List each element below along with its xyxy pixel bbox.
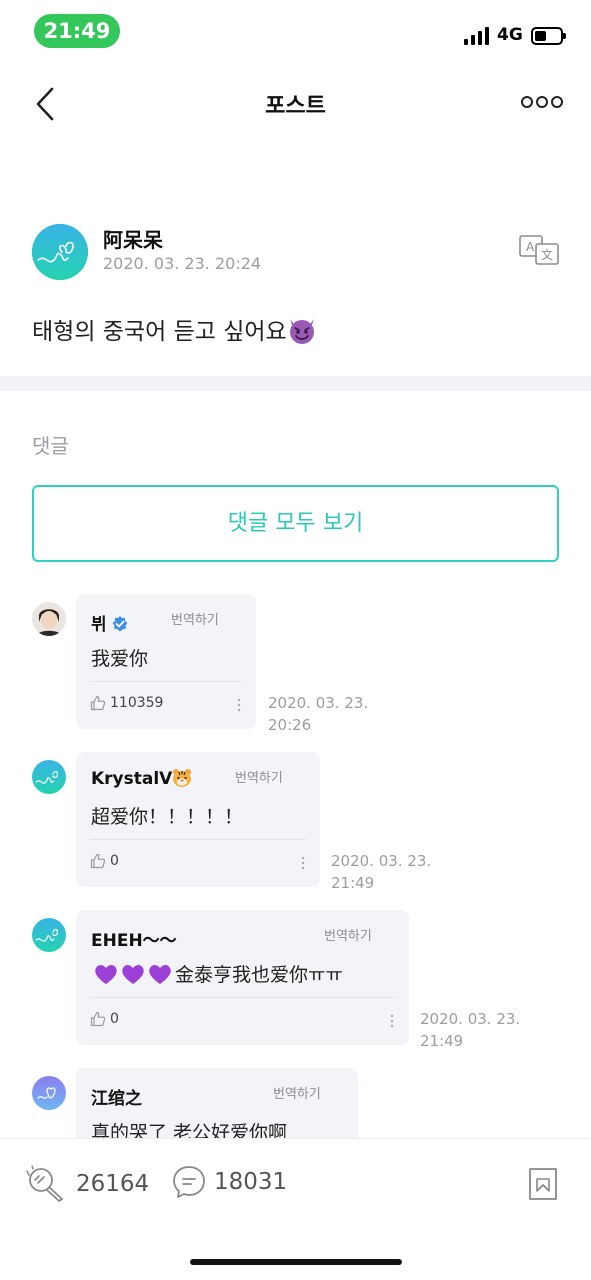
network-type: 4G: [497, 25, 523, 45]
thumbs-up-icon: [90, 853, 106, 869]
comment-time-line: 21:49: [331, 874, 375, 892]
post-date: 2020. 03. 23. 20:24: [103, 254, 262, 273]
post-header: 阿呆呆 2020. 03. 23. 20:24 A 文: [0, 218, 591, 288]
comment-text: 真的哭了 老公好爱你啊: [91, 1122, 288, 1138]
page-title: 포스트: [265, 94, 326, 119]
comment-date-line: 2020. 03. 23.: [420, 1010, 521, 1028]
comment-date-line: 2020. 03. 23.: [331, 852, 432, 870]
comment-item: 江绾之 번역하기 真的哭了 老公好爱你啊: [0, 1068, 591, 1138]
profile-photo-icon: [32, 602, 66, 636]
comment-bubble: KrystalV 번역하기 超爱你！！！！！ 0: [76, 752, 320, 887]
home-indicator[interactable]: [190, 1259, 402, 1265]
comments-label: 댓글: [32, 434, 69, 458]
comment-author[interactable]: KrystalV: [91, 768, 192, 789]
translate-link[interactable]: 번역하기: [324, 925, 372, 944]
like-count: 0: [110, 1011, 119, 1027]
purple-heart-icon: [122, 965, 144, 984]
svg-text:A: A: [526, 240, 535, 254]
comment-author[interactable]: 江绾之: [91, 1084, 142, 1109]
heart-doodle-icon: [32, 1076, 66, 1110]
post-author[interactable]: 阿呆呆: [103, 224, 163, 253]
comment-avatar[interactable]: [32, 602, 66, 636]
translate-link[interactable]: 번역하기: [235, 767, 283, 786]
more-icon[interactable]: [520, 94, 564, 110]
comment-avatar[interactable]: [32, 918, 66, 952]
verified-badge-icon: [112, 616, 128, 632]
lightstick-like-icon: [26, 1165, 63, 1202]
comment-author[interactable]: EHEH～～: [91, 926, 177, 951]
comment-post-button[interactable]: 18031: [172, 1165, 287, 1199]
like-post-button[interactable]: 26164: [26, 1165, 149, 1203]
devil-emoji-icon: [289, 319, 314, 344]
comment-text: 超爱你！！！！！: [91, 806, 244, 828]
comment-bubble: 江绾之 번역하기 真的哭了 老公好爱你啊: [76, 1068, 358, 1138]
translate-link[interactable]: 번역하기: [273, 1083, 321, 1102]
heart-doodle-icon: [32, 918, 66, 952]
status-time: 21:49: [34, 14, 120, 48]
comment-author-name: KrystalV: [91, 769, 173, 789]
comment-like-button[interactable]: 110359: [90, 695, 163, 711]
post-like-count: 26164: [76, 1171, 150, 1197]
purple-heart-icon: [149, 965, 171, 984]
comment-date: 2020. 03. 23. 20:26: [268, 692, 368, 736]
translate-link[interactable]: 번역하기: [171, 609, 219, 628]
comment-bubble: 뷔 번역하기 我爱你 110359: [76, 594, 256, 729]
purple-heart-icon: [95, 965, 117, 984]
like-count: 110359: [110, 695, 164, 711]
comment-date: 2020. 03. 23. 21:49: [420, 1008, 520, 1052]
section-divider: [0, 376, 591, 391]
post-text: 태형의 중국어 듣고 싶어요: [32, 319, 287, 345]
author-avatar[interactable]: [32, 224, 88, 280]
comment-item: KrystalV 번역하기 超爱你！！！！！ 0 2020. 03. 23. 2…: [0, 752, 591, 892]
comment-item: EHEH～～ 번역하기 金泰亨我也爱你ㅠㅠ 0 2020. 03. 23. 21…: [0, 910, 591, 1050]
comment-bubble-icon: [173, 1166, 205, 1198]
tiger-emoji-icon: [173, 769, 192, 787]
comment-more-icon[interactable]: [301, 856, 305, 870]
comment-separator: [90, 681, 242, 682]
comment-author-name: 뷔: [91, 615, 107, 635]
comment-item: 뷔 번역하기 我爱你 110359 2020. 03. 23. 20:26: [0, 594, 591, 734]
comment-like-button[interactable]: 0: [90, 1011, 119, 1027]
bookmark-icon[interactable]: [528, 1167, 558, 1201]
comment-avatar[interactable]: [32, 1076, 66, 1110]
comment-text: 金泰亨我也爱你ㅠㅠ: [94, 960, 343, 987]
view-all-comments-button[interactable]: 댓글 모두 보기: [32, 485, 559, 562]
comment-more-icon[interactable]: [237, 698, 241, 712]
comment-date-line: 2020. 03. 23.: [268, 694, 369, 712]
post-comment-count: 18031: [214, 1169, 288, 1195]
thumbs-up-icon: [90, 1011, 106, 1027]
comment-separator: [90, 839, 306, 840]
comment-bubble: EHEH～～ 번역하기 金泰亨我也爱你ㅠㅠ 0: [76, 910, 409, 1045]
heart-doodle-icon: [32, 224, 88, 280]
heart-doodle-icon: [32, 760, 66, 794]
comment-separator: [90, 997, 395, 998]
translate-icon[interactable]: A 文: [518, 234, 560, 266]
svg-text:文: 文: [541, 247, 553, 262]
comment-avatar[interactable]: [32, 760, 66, 794]
signal-icon: [464, 27, 490, 45]
comment-like-button[interactable]: 0: [90, 853, 119, 869]
comment-time-line: 20:26: [268, 716, 312, 734]
comment-more-icon[interactable]: [390, 1014, 394, 1028]
comment-text-content: 金泰亨我也爱你ㅠㅠ: [175, 964, 343, 986]
thumbs-up-icon: [90, 695, 106, 711]
comment-time-line: 21:49: [420, 1032, 464, 1050]
post-body: 태형의 중국어 듣고 싶어요: [32, 312, 317, 346]
comment-author[interactable]: 뷔: [91, 610, 129, 635]
status-bar: 21:49 4G: [0, 0, 591, 60]
battery-icon: [531, 27, 566, 45]
nav-bar: 포스트: [0, 70, 591, 136]
comment-date: 2020. 03. 23. 21:49: [331, 850, 431, 894]
comment-text: 我爱你: [91, 648, 149, 670]
like-count: 0: [110, 853, 119, 869]
